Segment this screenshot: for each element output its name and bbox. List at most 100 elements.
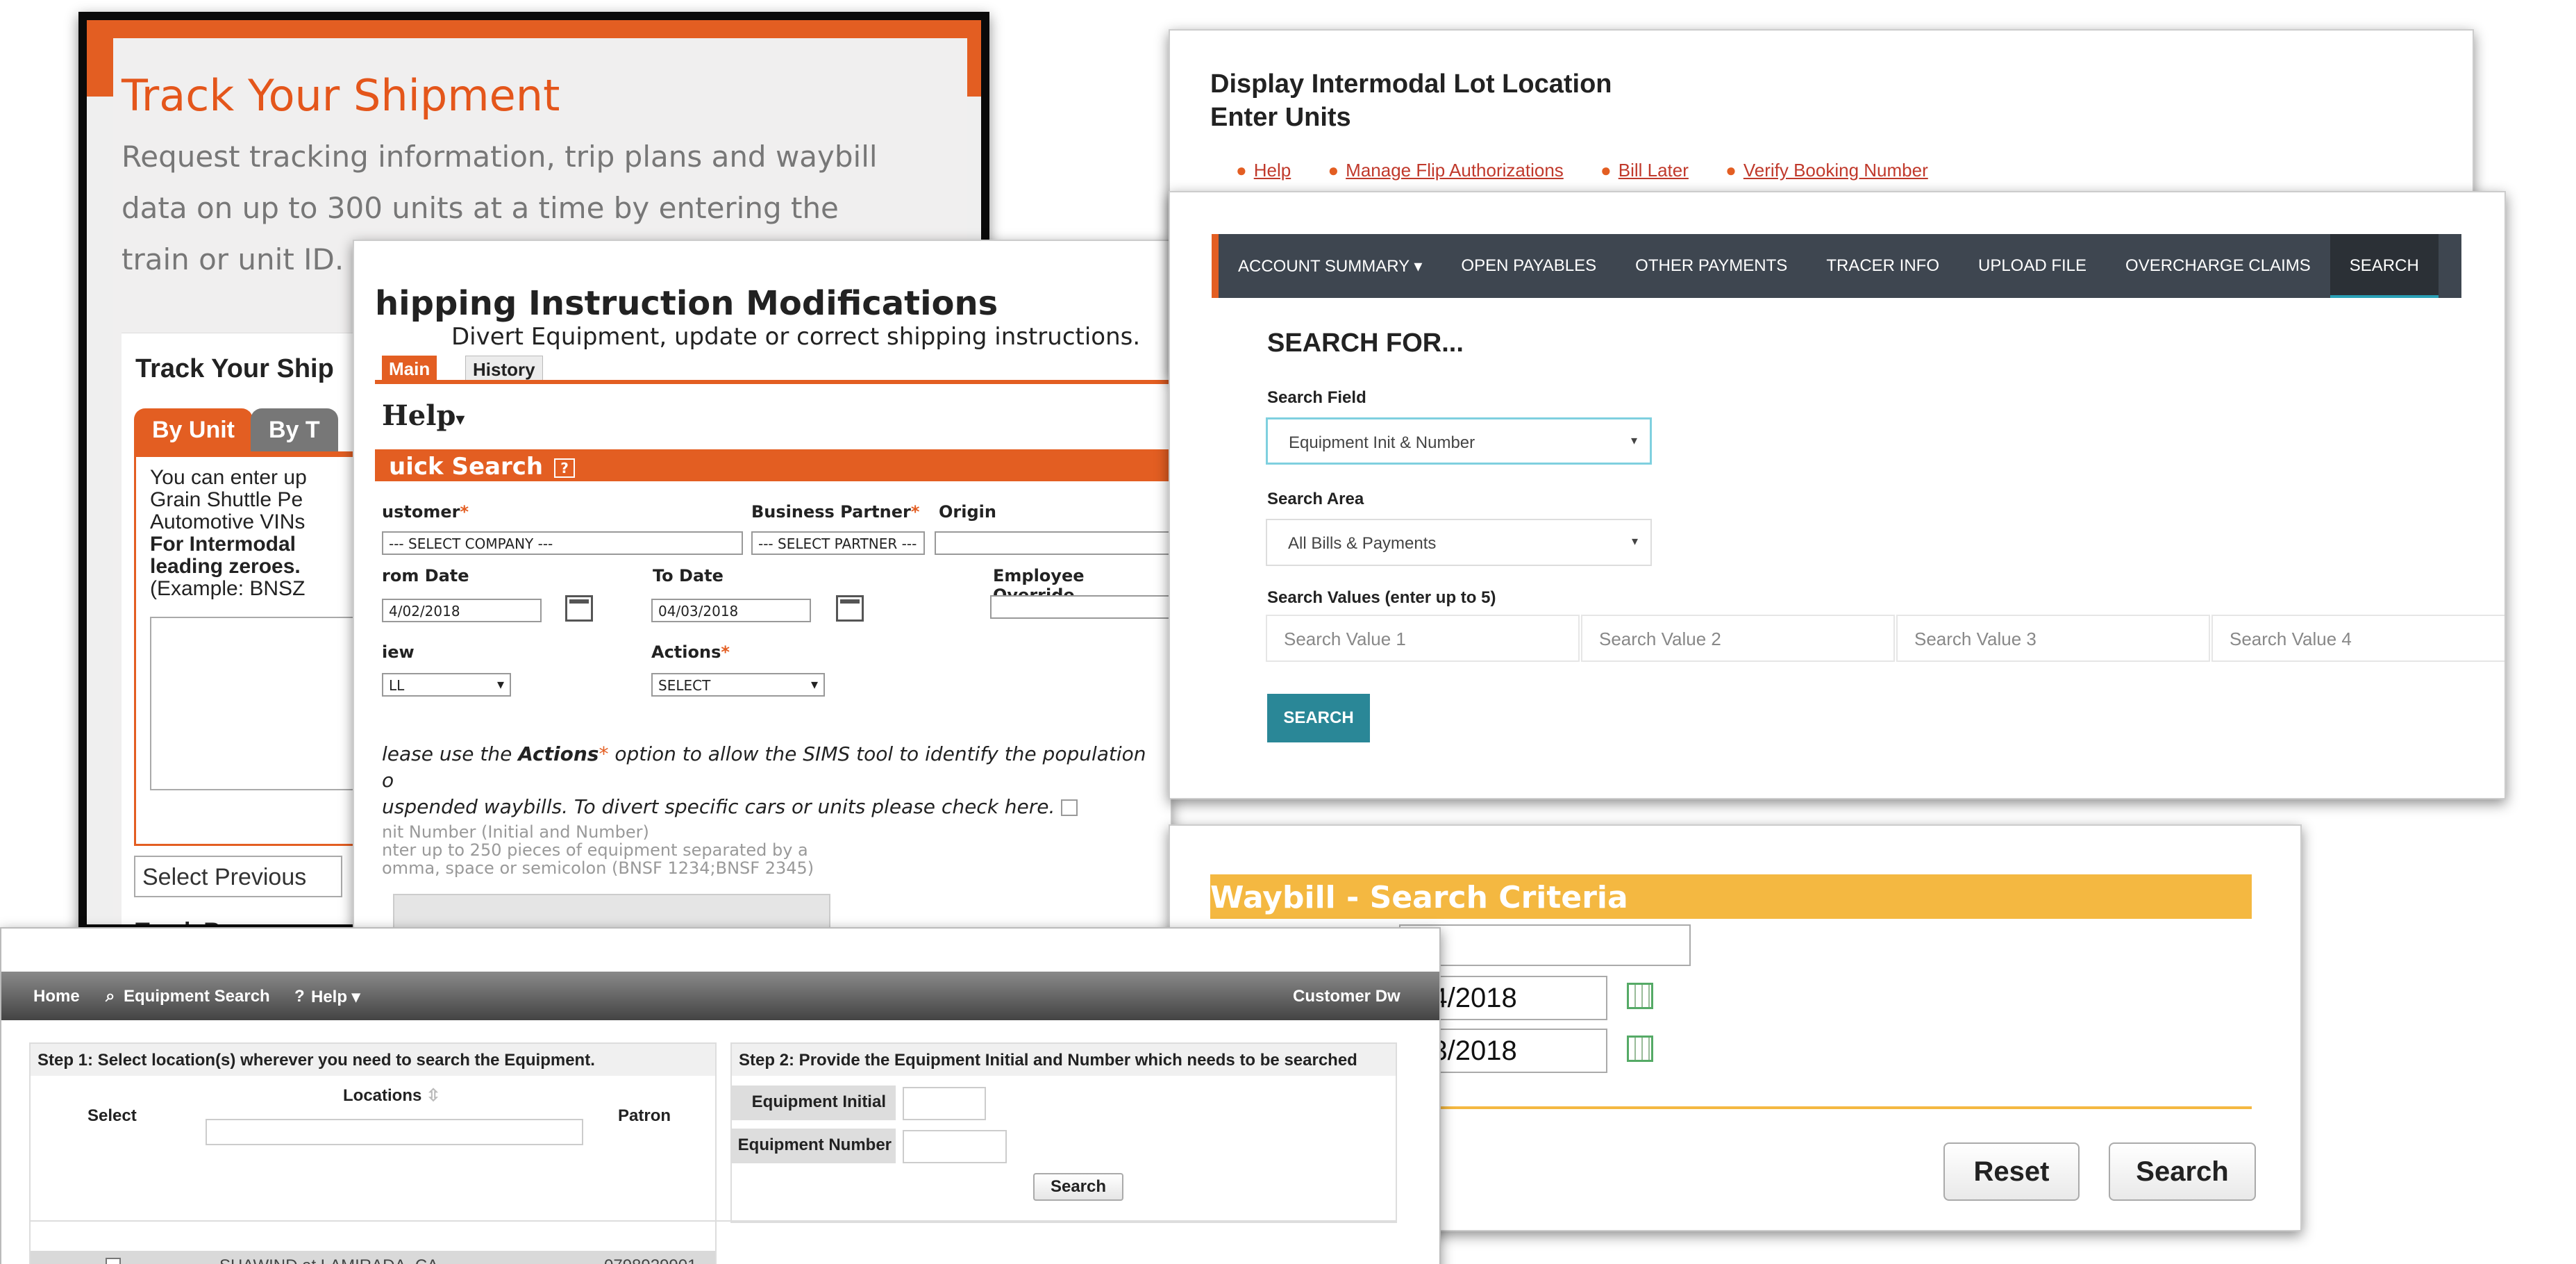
partner-select[interactable]: --- SELECT PARTNER ---: [751, 531, 925, 555]
top-nav: Home ⌕ Equipment Search ? Help ▾ Custome…: [1, 972, 1439, 1020]
search-area-label: Search Area: [1267, 490, 1364, 508]
actions-value: SELECT: [658, 677, 711, 694]
bullet-icon: ●: [1236, 160, 1247, 181]
instructions-text: You can enter up Grain Shuttle Pe Automo…: [150, 467, 307, 600]
nav-customer[interactable]: Customer Dw: [1293, 987, 1400, 1006]
search-value-4-input[interactable]: Search Value 4: [2211, 615, 2504, 662]
search-value-1-input[interactable]: Search Value 1: [1266, 615, 1580, 662]
search-button[interactable]: SEARCH: [1267, 694, 1370, 742]
nav-other-payments[interactable]: OTHER PAYMENTS: [1616, 256, 1807, 276]
locations-filter-input[interactable]: [206, 1119, 583, 1145]
search-value-2-input[interactable]: Search Value 2: [1581, 615, 1895, 662]
account-search-window: ACCOUNT SUMMARY ▾ OPEN PAYABLES OTHER PA…: [1169, 191, 2506, 799]
chevron-down-icon: ▾: [496, 676, 504, 692]
calendar-icon[interactable]: [565, 595, 593, 622]
from-date-input[interactable]: 4/02/2018: [382, 599, 542, 622]
label-text: ustomer: [382, 502, 460, 522]
unit-ids-textarea[interactable]: [150, 617, 358, 790]
nav-equipment-search[interactable]: Equipment Search: [124, 987, 270, 1006]
col-locations[interactable]: Locations ⇳: [343, 1086, 440, 1106]
calendar-icon[interactable]: [1627, 1036, 1653, 1062]
required-mark: *: [910, 502, 920, 522]
equipment-initial-label: Equipment Initial: [732, 1086, 896, 1120]
bill-later-link[interactable]: Bill Later: [1619, 160, 1689, 181]
nav-search[interactable]: SEARCH: [2330, 234, 2439, 298]
tab-main[interactable]: Main: [382, 356, 437, 383]
business-partner-label: Business Partner*: [751, 502, 919, 522]
intermodal-links: ● Help ● Manage Flip Authorizations ● Bill …: [1236, 160, 1960, 181]
link-item: ● Help: [1236, 160, 1291, 181]
instruction-line: leading zeroes.: [150, 555, 301, 578]
view-select[interactable]: LL ▾: [382, 673, 511, 697]
instruction-line: You can enter up: [150, 466, 307, 489]
question-icon[interactable]: ?: [554, 458, 576, 478]
instruction-line: (Example: BNSZ: [150, 577, 306, 600]
customer-label: ustomer*: [382, 502, 469, 522]
unit-help-line: nter up to 250 pieces of equipment separ…: [382, 840, 808, 860]
row-location: SHAWIND at LAMIRADA, CA: [219, 1256, 438, 1264]
search-value-3-input[interactable]: Search Value 3: [1896, 615, 2210, 662]
customer-select[interactable]: --- SELECT COMPANY ---: [382, 531, 743, 555]
actions-label: Actions*: [651, 642, 730, 662]
equipment-initial-input[interactable]: [903, 1087, 986, 1120]
unit-help-line: omma, space or semicolon (BNSF 1234;BNSF…: [382, 858, 814, 878]
search-button[interactable]: Search: [2109, 1142, 2256, 1201]
tab-by-train[interactable]: By T: [251, 408, 338, 453]
instruction-line: Grain Shuttle Pe: [150, 488, 303, 511]
link-item: ● Bill Later: [1600, 160, 1689, 181]
reset-button[interactable]: Reset: [1943, 1142, 2080, 1201]
instruction-line: Automotive VINs: [150, 510, 306, 533]
to-date-input[interactable]: 04/03/2018: [651, 599, 811, 622]
quick-search-header: uick Search?: [375, 449, 1171, 481]
bullet-icon: ●: [1600, 160, 1612, 181]
nav-tracer-info[interactable]: TRACER INFO: [1807, 256, 1959, 276]
required-mark: *: [599, 742, 609, 765]
select-previous-dropdown[interactable]: Select Previous: [134, 856, 342, 897]
unit-number-help: nit Number (Initial and Number) nter up …: [382, 823, 814, 877]
col-locations-label: Locations: [343, 1086, 422, 1105]
calendar-icon[interactable]: [836, 595, 864, 622]
verify-booking-link[interactable]: Verify Booking Number: [1743, 160, 1928, 181]
from-date-label: rom Date: [382, 566, 469, 585]
required-mark: *: [460, 502, 469, 522]
track-title: Track Your Shipment: [122, 70, 560, 121]
help-menu[interactable]: Help▾: [382, 399, 465, 432]
nav-account-summary[interactable]: ACCOUNT SUMMARY ▾: [1219, 256, 1441, 276]
required-mark: *: [721, 642, 730, 662]
quick-search-label: uick Search: [389, 453, 544, 481]
equipment-number-label: Equipment Number: [732, 1129, 896, 1163]
actions-select[interactable]: SELECT ▾: [651, 673, 825, 697]
view-label: iew: [382, 642, 415, 662]
sims-title: hipping Instruction Modifications: [375, 284, 998, 323]
search-values-label: Search Values (enter up to 5): [1267, 588, 1496, 607]
origin-input[interactable]: [935, 531, 1171, 555]
sims-window: hipping Instruction Modifications Divert…: [353, 240, 1172, 969]
search-button[interactable]: Search: [1033, 1173, 1123, 1201]
manage-flip-link[interactable]: Manage Flip Authorizations: [1346, 160, 1564, 181]
row-checkbox[interactable]: [106, 1258, 121, 1264]
actions-note: lease use the Actions* option to allow t…: [382, 741, 1160, 820]
sort-icon: ⇳: [426, 1086, 441, 1105]
unit-help-line: nit Number (Initial and Number): [382, 822, 649, 842]
nav-help[interactable]: Help ▾: [311, 987, 360, 1007]
nav-open-payables[interactable]: OPEN PAYABLES: [1441, 256, 1616, 276]
help-link[interactable]: Help: [1254, 160, 1291, 181]
origin-label: Origin: [939, 502, 996, 522]
employee-override-input[interactable]: [990, 595, 1171, 619]
search-field-value: Equipment Init & Number: [1289, 433, 1475, 452]
link-item: ● Manage Flip Authorizations: [1328, 160, 1563, 181]
search-field-select[interactable]: Equipment Init & Number ▾: [1266, 417, 1652, 465]
link-item: ● Verify Booking Number: [1725, 160, 1928, 181]
bullet-icon: ●: [1328, 160, 1339, 181]
calendar-icon[interactable]: [1627, 983, 1653, 1009]
divert-checkbox[interactable]: [1061, 799, 1078, 816]
waybill-input[interactable]: [1399, 924, 1691, 966]
tab-by-unit[interactable]: By Unit: [134, 408, 253, 453]
nav-overcharge-claims[interactable]: OVERCHARGE CLAIMS: [2106, 256, 2330, 276]
equipment-number-input[interactable]: [903, 1130, 1007, 1163]
search-icon: ⌕: [106, 987, 115, 1006]
step1-heading: Step 1: Select location(s) wherever you …: [31, 1044, 715, 1076]
nav-upload-file[interactable]: UPLOAD FILE: [1959, 256, 2106, 276]
nav-home[interactable]: Home: [33, 987, 80, 1006]
search-area-select[interactable]: All Bills & Payments ▾: [1266, 519, 1652, 566]
